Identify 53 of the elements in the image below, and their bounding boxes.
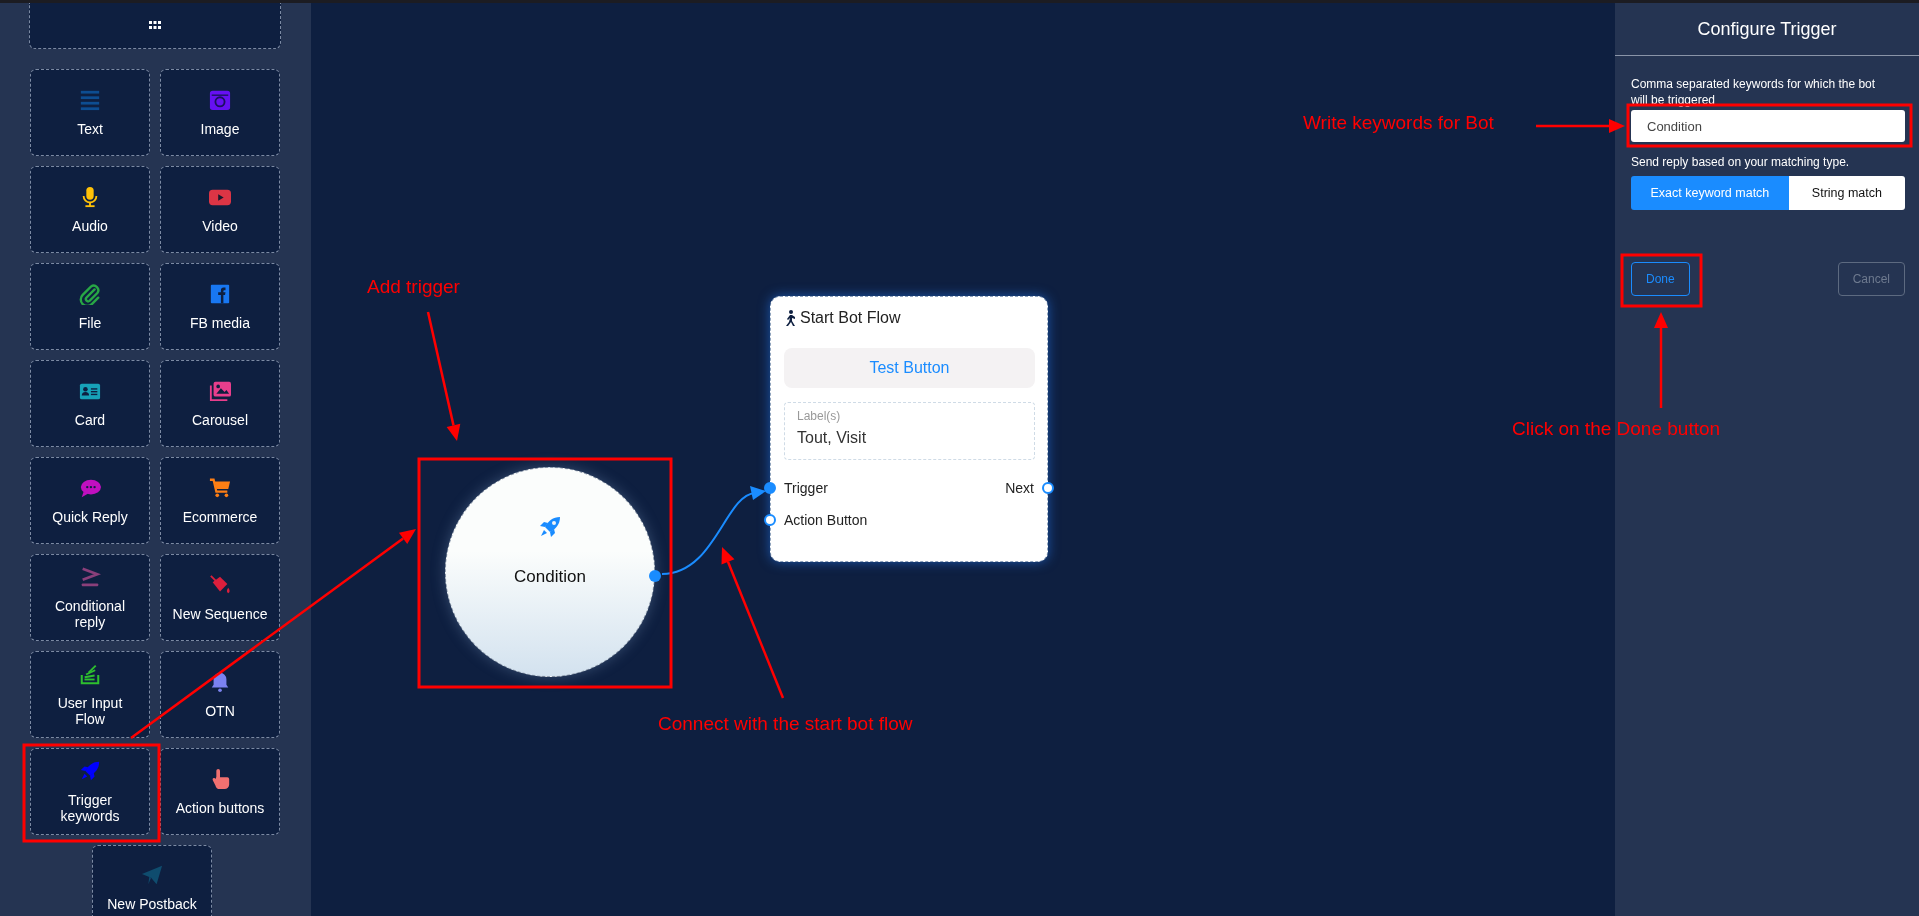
apps-menu-button[interactable]	[29, 3, 281, 49]
element-tile[interactable]: Text	[30, 69, 150, 156]
facebook-icon	[209, 282, 231, 305]
panel-title: Configure Trigger	[1615, 3, 1919, 56]
annotation-text: Add trigger	[367, 276, 460, 298]
stacked-trays-icon	[79, 662, 101, 685]
element-tile[interactable]: Card	[30, 360, 150, 447]
port-label: Action Button	[784, 512, 868, 528]
element-tile[interactable]: Action buttons	[160, 748, 280, 835]
keywords-label: Comma separated keywords for which the bot will be triggered	[1631, 76, 1877, 108]
element-tile[interactable]: FB media	[160, 263, 280, 350]
port-dot[interactable]	[764, 482, 776, 494]
rocket-icon	[79, 759, 101, 782]
labels-value: Tout, Visit	[797, 429, 868, 447]
port-label: Next	[1005, 480, 1034, 496]
camera-icon	[209, 88, 231, 111]
bell-icon	[209, 670, 231, 693]
grid-icon	[149, 21, 161, 30]
annotation-text: Click on the Done button	[1512, 418, 1721, 440]
port-dot[interactable]	[764, 514, 776, 526]
element-tile[interactable]: Trigger keywords	[30, 748, 150, 835]
annotation-text: Write keywords for Bot	[1303, 112, 1494, 134]
text-lines-icon	[79, 88, 101, 111]
annotation-text: Connect with the start bot flow	[658, 713, 913, 735]
node-label: Condition	[514, 567, 586, 587]
element-tile[interactable]: Audio	[30, 166, 150, 253]
element-tile[interactable]: Video	[160, 166, 280, 253]
done-button[interactable]: Done	[1631, 262, 1690, 296]
labels-caption: Label(s)	[797, 409, 842, 423]
shopping-cart-icon	[209, 476, 231, 499]
card-title: Start Bot Flow	[800, 309, 901, 327]
greater-equal-icon	[79, 565, 101, 588]
paint-bucket-icon	[209, 573, 231, 596]
keywords-field[interactable]: Condition	[1631, 110, 1905, 142]
element-tile[interactable]: Image	[160, 69, 280, 156]
element-tile[interactable]: File	[30, 263, 150, 350]
element-tile[interactable]: New Sequence	[160, 554, 280, 641]
paper-plane-icon	[141, 864, 163, 886]
element-tile[interactable]: User Input Flow	[30, 651, 150, 738]
element-tile[interactable]: Quick Reply	[30, 457, 150, 544]
rocket-icon	[538, 515, 562, 539]
images-icon	[209, 379, 231, 402]
element-tile[interactable]: Conditional reply	[30, 554, 150, 641]
element-tile[interactable]: Carousel	[160, 360, 280, 447]
element-tile[interactable]: New Postback	[92, 845, 212, 916]
element-tile[interactable]: Ecommerce	[160, 457, 280, 544]
paperclip-icon	[79, 282, 101, 305]
labels-field[interactable]: Label(s) Tout, Visit	[784, 402, 1035, 460]
element-tile[interactable]: OTN	[160, 651, 280, 738]
matching-label: Send reply based on your matching type.	[1631, 154, 1851, 170]
port-label: Trigger	[784, 480, 828, 496]
match-type-option[interactable]: String match	[1788, 176, 1905, 210]
walking-person-icon	[784, 310, 796, 326]
